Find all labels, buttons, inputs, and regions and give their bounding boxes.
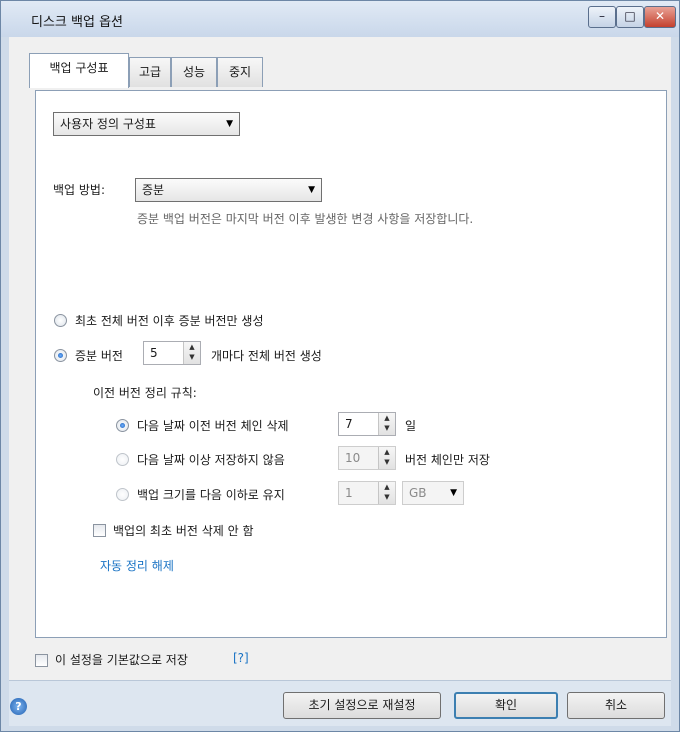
backup-scheme-panel: 사용자 정의 구성표 ▼ 백업 방법: 증분 ▼ 증분 백업 버전은 마지막 버… [35,90,667,638]
delete-older-radio[interactable] [116,419,129,432]
incremental-radio[interactable] [54,349,67,362]
delete-older-value: 7 [345,417,353,431]
keep-count-label: 다음 날짜 이상 저장하지 않음 [137,453,285,467]
size-limit-value: 1 [345,486,353,500]
spinner-arrows-icon[interactable]: ▲ ▼ [183,342,200,364]
title-bar: 디스크 백업 옵션 – □ ✕ [1,1,679,37]
size-limit-radio[interactable] [116,488,129,501]
help-icon[interactable]: ? [10,698,27,715]
backup-method-value: 증분 [142,183,165,197]
tab-stop[interactable]: 중지 [217,57,263,87]
keep-count-value: 10 [345,451,361,465]
size-unit-value: GB [409,486,427,500]
incremental-prefix: 증분 버전 [75,349,123,363]
spinner-arrows-icon[interactable]: ▲ ▼ [378,413,395,435]
size-limit-spinner[interactable]: 1 ▲ ▼ [338,481,396,505]
maximize-button[interactable]: □ [616,6,644,28]
save-default-checkbox[interactable] [35,654,48,667]
save-default-label: 이 설정을 기본값으로 저장 [55,653,188,667]
size-limit-label: 백업 크기를 다음 이하로 유지 [137,488,285,502]
size-unit-select[interactable]: GB ▼ [402,481,464,505]
dialog-window: 디스크 백업 옵션 – □ ✕ 백업 구성표 고급 성능 중지 사용자 정의 구… [0,0,680,732]
backup-method-label: 백업 방법: [53,183,106,197]
delete-older-label: 다음 날짜 이전 버전 체인 삭제 [137,419,289,433]
keep-count-unit: 버전 체인만 저장 [405,453,490,467]
keep-count-radio[interactable] [116,453,129,466]
disable-cleanup-link[interactable]: 자동 정리 해제 [100,557,174,574]
chevron-down-icon: ▼ [226,119,233,129]
spinner-arrows-icon[interactable]: ▲ ▼ [378,482,395,504]
backup-method-select[interactable]: 증분 ▼ [135,178,322,202]
tab-advanced[interactable]: 고급 [129,57,171,87]
save-default-help-link[interactable]: [?] [233,651,249,665]
tab-backup-scheme[interactable]: 백업 구성표 [29,53,129,88]
incremental-count-spinner[interactable]: 5 ▲ ▼ [143,341,201,365]
ok-button[interactable]: 확인 [454,692,558,719]
delete-older-spinner[interactable]: 7 ▲ ▼ [338,412,396,436]
window-title: 디스크 백업 옵션 [31,15,123,30]
tab-performance[interactable]: 성능 [171,57,217,87]
minimize-button[interactable]: – [588,6,616,28]
incremental-suffix: 개마다 전체 버전 생성 [211,349,322,363]
dialog-body: 백업 구성표 고급 성능 중지 사용자 정의 구성표 ▼ 백업 방법: 증분 ▼… [9,37,671,726]
backup-method-description: 증분 백업 버전은 마지막 버전 이후 발생한 변경 사항을 저장합니다. [137,212,474,226]
incremental-count-value: 5 [150,346,158,360]
first-full-label: 최초 전체 버전 이후 증분 버전만 생성 [75,314,264,328]
chevron-down-icon: ▼ [308,185,315,195]
cancel-button[interactable]: 취소 [567,692,665,719]
cleanup-header: 이전 버전 정리 규칙: [93,386,197,400]
keep-count-spinner[interactable]: 10 ▲ ▼ [338,446,396,470]
chevron-down-icon: ▼ [450,488,457,498]
scheme-select-value: 사용자 정의 구성표 [60,117,156,131]
delete-older-unit: 일 [405,419,417,433]
scheme-select[interactable]: 사용자 정의 구성표 ▼ [53,112,240,136]
spinner-arrows-icon[interactable]: ▲ ▼ [378,447,395,469]
no-delete-first-checkbox[interactable] [93,524,106,537]
first-full-radio[interactable] [54,314,67,327]
close-button[interactable]: ✕ [644,6,676,28]
reset-button[interactable]: 초기 설정으로 재설정 [283,692,441,719]
no-delete-first-label: 백업의 최초 버전 삭제 안 함 [113,524,254,538]
